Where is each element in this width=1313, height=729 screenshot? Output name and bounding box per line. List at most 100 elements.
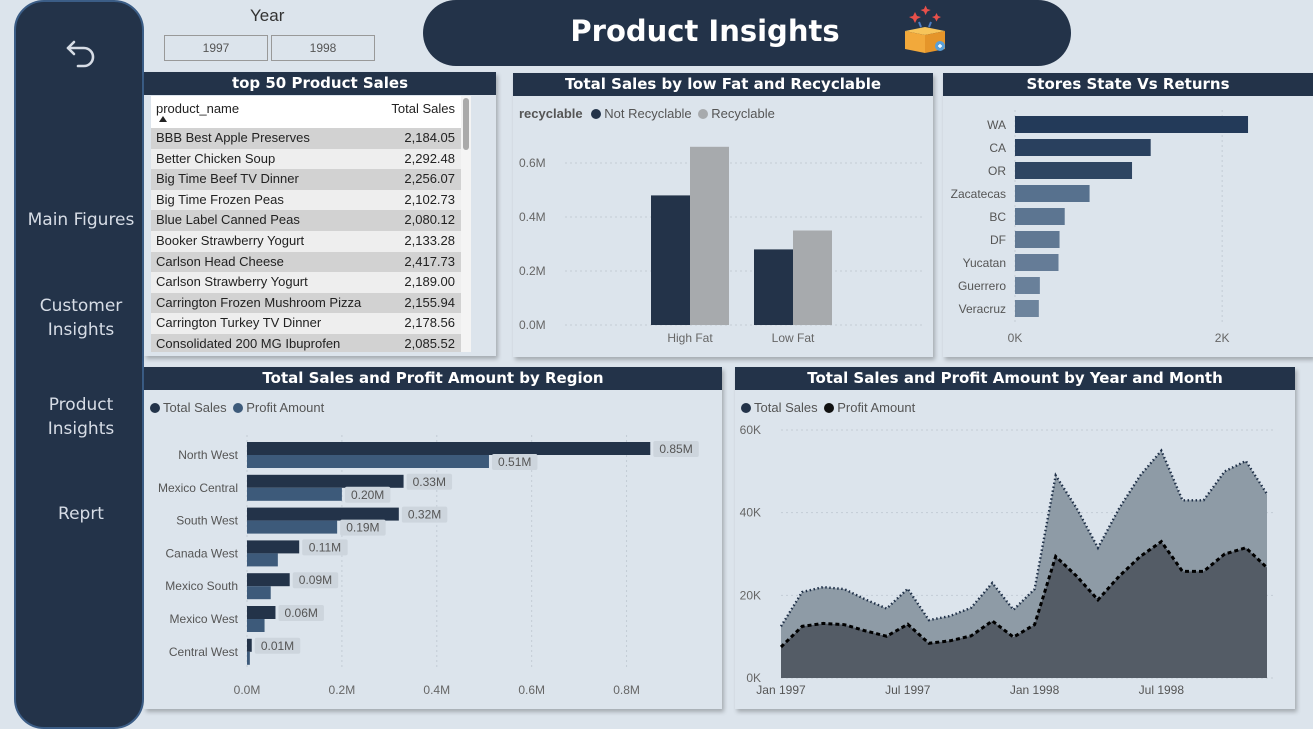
- data-label: 0.85M: [659, 442, 692, 456]
- nav-main-figures[interactable]: Main Figures: [16, 208, 146, 232]
- bar-df: [1015, 231, 1060, 248]
- data-label: 0.09M: [299, 573, 332, 587]
- fat-recyclable-panel: Total Sales by low Fat and Recyclable re…: [513, 73, 933, 357]
- y-tick-label: WA: [987, 118, 1006, 132]
- y-tick-label: Mexico Central: [158, 481, 238, 495]
- bar-or: [1015, 162, 1133, 179]
- column-header-total-sales[interactable]: Total Sales: [391, 101, 455, 116]
- region-panel: Total Sales and Profit Amount by Region …: [144, 367, 722, 709]
- x-tick-label: Jul 1998: [1139, 683, 1185, 697]
- table-row[interactable]: Carlson Head Cheese 2,417.73: [151, 251, 461, 273]
- table-row[interactable]: Carrington Turkey TV Dinner 2,178.56: [151, 313, 461, 334]
- top-products-table[interactable]: product_name Total Sales BBB Best Apple …: [151, 96, 471, 352]
- page-title: Product Insights: [423, 14, 1071, 48]
- bar-yucatan: [1015, 254, 1059, 271]
- x-tick-label: Jan 1997: [756, 683, 806, 697]
- data-label: 0.11M: [309, 540, 341, 554]
- table-row[interactable]: BBB Best Apple Preserves 2,184.05: [151, 128, 461, 149]
- scrollbar-thumb[interactable]: [463, 98, 469, 150]
- page-title-text: Product Insights: [570, 14, 840, 48]
- x-tick-label: 0.4M: [423, 683, 450, 697]
- bar-canada-west-0: [247, 540, 300, 554]
- stores-returns-title: Stores State Vs Returns: [943, 73, 1313, 96]
- product-name-cell: Carlson Head Cheese: [156, 253, 284, 269]
- top-products-title: top 50 Product Sales: [144, 72, 496, 95]
- total-sales-cell: 2,080.12: [404, 212, 455, 228]
- x-tick-label: 0K: [1008, 331, 1023, 345]
- bar-high-fat-0: [651, 195, 690, 325]
- table-row[interactable]: Carlson Strawberry Yogurt 2,189.00: [151, 272, 461, 293]
- bar-mexico-west-1: [247, 619, 265, 632]
- y-tick-label: North West: [178, 448, 238, 462]
- nav-product-insights[interactable]: Product Insights: [16, 393, 146, 441]
- bar-low-fat-0: [754, 249, 793, 325]
- table-row[interactable]: Better Chicken Soup 2,292.48: [151, 148, 461, 170]
- bar-central-west-1: [247, 651, 250, 665]
- fat-recyclable-chart: 0.0M 0.2M 0.4M 0.6M High Fat Low Fat: [519, 146, 923, 345]
- table-body: BBB Best Apple Preserves 2,184.05 Better C…: [151, 128, 461, 352]
- x-tick-label: 2K: [1215, 331, 1230, 345]
- total-sales-cell: 2,178.56: [404, 315, 455, 331]
- title-banner: Product Insights: [423, 0, 1071, 66]
- y-tick-label: 40K: [740, 506, 761, 520]
- table-row[interactable]: Big Time Beef TV Dinner 2,256.07: [151, 169, 461, 190]
- year-month-panel: Total Sales and Profit Amount by Year an…: [735, 367, 1295, 709]
- y-tick-label: 0.2M: [519, 264, 546, 278]
- bar-central-west-0: [247, 638, 252, 652]
- y-tick-label: 0.0M: [519, 318, 546, 332]
- data-label: 0.06M: [285, 606, 318, 620]
- data-label: 0.51M: [498, 455, 531, 469]
- x-tick-label: Jul 1997: [885, 683, 931, 697]
- fat-recyclable-title: Total Sales by low Fat and Recyclable: [513, 73, 933, 96]
- bar-north-west-0: [247, 442, 651, 455]
- year-option-1998[interactable]: 1998: [271, 35, 375, 61]
- y-tick-label: 20K: [740, 588, 761, 602]
- region-chart: 0.0M 0.2M 0.4M 0.6M 0.8M North West 0.85M 0.51M…: [158, 435, 699, 697]
- table-row[interactable]: Carrington Frozen Mushroom Pizza 2,155.94: [151, 292, 461, 314]
- bar-veracruz: [1015, 300, 1039, 317]
- y-tick-label: South West: [176, 514, 238, 528]
- data-label: 0.20M: [351, 488, 384, 502]
- table-row[interactable]: Blue Label Canned Peas 2,080.12: [151, 210, 461, 231]
- total-sales-cell: 2,184.05: [404, 130, 455, 145]
- table-row[interactable]: Booker Strawberry Yogurt 2,133.28: [151, 230, 461, 252]
- bar-high-fat-1: [690, 146, 729, 325]
- bar-zacatecas: [1015, 185, 1090, 202]
- bar-mexico-west-0: [247, 606, 276, 619]
- nav-product-insights-label: Product Insights: [47, 395, 115, 439]
- x-tick-label: Jan 1998: [1010, 683, 1060, 697]
- total-sales-cell: 2,133.28: [404, 232, 455, 248]
- y-tick-label: Central West: [169, 645, 239, 659]
- total-sales-cell: 2,085.52: [404, 335, 455, 351]
- table-scrollbar[interactable]: [461, 96, 471, 352]
- product-name-cell: Booker Strawberry Yogurt: [156, 232, 305, 248]
- column-header-product-name[interactable]: product_name: [156, 101, 239, 116]
- product-name-cell: Big Time Frozen Peas: [156, 191, 284, 207]
- product-name-cell: Better Chicken Soup: [156, 150, 276, 166]
- product-name-cell: Carrington Turkey TV Dinner: [156, 315, 322, 331]
- table-row[interactable]: Big Time Frozen Peas 2,102.73: [151, 189, 461, 211]
- table-row[interactable]: Consolidated 200 MG Ibuprofen 2,085.52: [151, 333, 461, 352]
- y-tick-label: 0.4M: [519, 210, 546, 224]
- product-name-cell: BBB Best Apple Preserves: [156, 130, 310, 145]
- nav-sidebar: Main Figures Customer Insights Product I…: [14, 0, 144, 729]
- bar-mexico-central-0: [247, 474, 404, 488]
- table-header: product_name Total Sales: [151, 96, 471, 128]
- data-label: 0.33M: [413, 475, 446, 489]
- sort-asc-icon: [159, 116, 167, 122]
- x-tick-label: High Fat: [667, 331, 713, 345]
- y-tick-label: OR: [988, 164, 1006, 178]
- nav-reprt[interactable]: Reprt: [16, 502, 146, 526]
- product-name-cell: Carlson Strawberry Yogurt: [156, 274, 308, 290]
- x-tick-label: 0.8M: [613, 683, 640, 697]
- back-arrow-icon[interactable]: [64, 36, 98, 70]
- y-tick-label: Guerrero: [958, 279, 1006, 293]
- data-label: 0.01M: [261, 639, 294, 653]
- x-tick-label: Low Fat: [772, 331, 815, 345]
- nav-customer-insights[interactable]: Customer Insights: [16, 294, 146, 342]
- bar-canada-west-1: [247, 553, 278, 567]
- year-option-1997[interactable]: 1997: [164, 35, 268, 61]
- product-name-cell: Carrington Frozen Mushroom Pizza: [156, 294, 362, 310]
- data-label: 0.19M: [346, 521, 379, 535]
- y-tick-label: 60K: [740, 423, 761, 437]
